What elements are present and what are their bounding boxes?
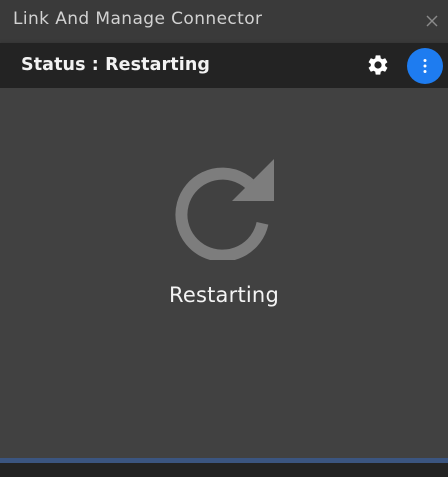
vertical-ellipsis-icon (423, 59, 427, 73)
state-label: Restarting (169, 283, 279, 307)
restart-icon (175, 159, 274, 260)
close-button[interactable] (422, 11, 442, 31)
more-options-button[interactable] (407, 48, 443, 84)
window-title: Link And Manage Connector (13, 9, 263, 29)
gear-icon (368, 55, 388, 75)
status-text: Status : Restarting (21, 55, 211, 75)
main-content: Restarting (0, 88, 448, 458)
close-icon (426, 15, 438, 27)
status-bar: Status : Restarting (0, 43, 448, 88)
connector-window: Link And Manage Connector Status : Resta… (0, 0, 448, 477)
settings-button[interactable] (366, 53, 390, 77)
title-bar: Link And Manage Connector (0, 0, 448, 43)
bottom-bar (0, 463, 448, 477)
